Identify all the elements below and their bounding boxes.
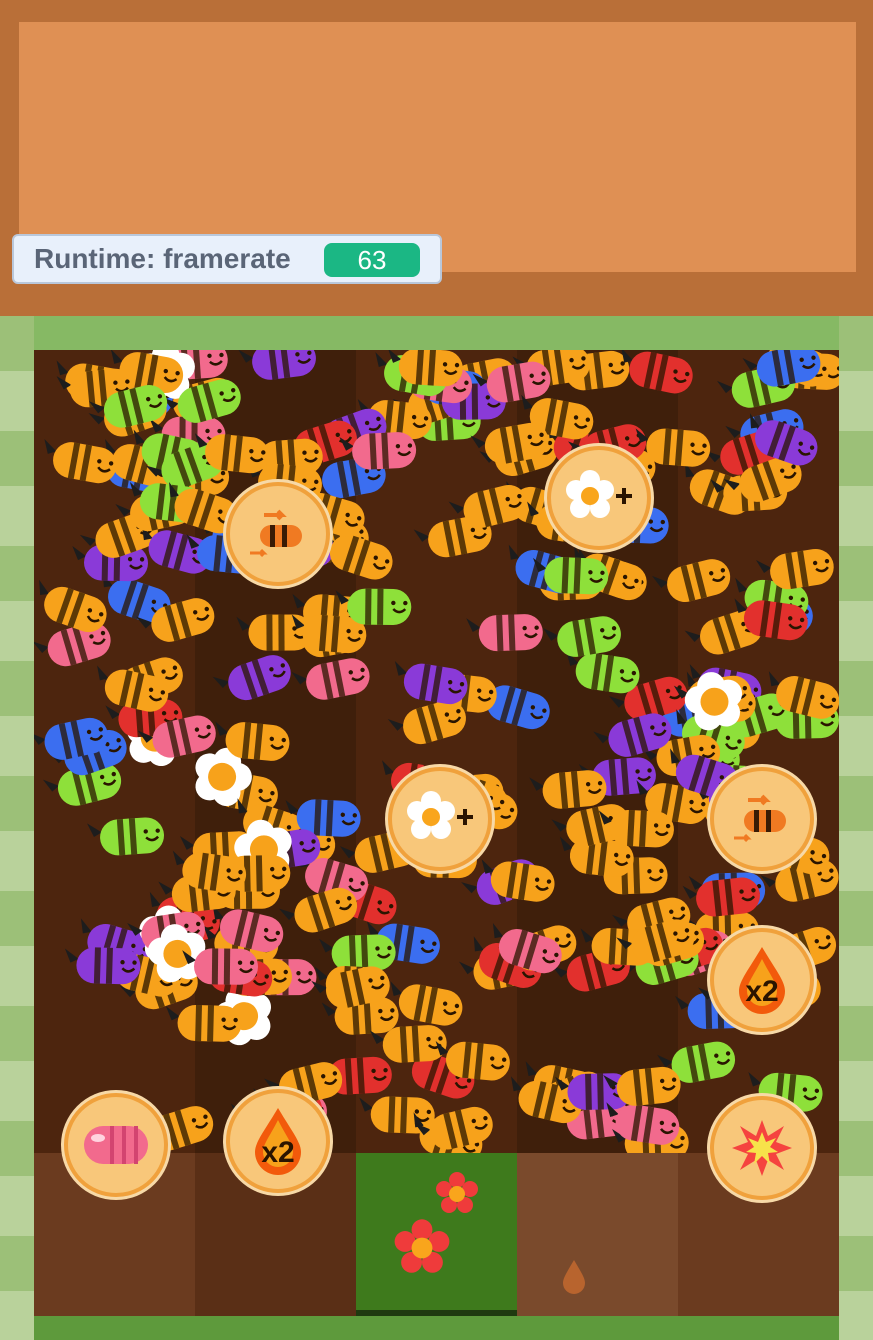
bee-icon — [387, 700, 466, 745]
bee-icon — [652, 559, 731, 603]
pink-bee-icon — [84, 1126, 148, 1164]
flower-plus-icon — [566, 470, 632, 518]
honey-x2-powerup[interactable]: x2 — [710, 928, 814, 1032]
honey-drop-x2-icon: x2 — [255, 1108, 301, 1175]
slot-flower-garden[interactable] — [356, 1153, 517, 1316]
x2-label: x2 — [261, 1136, 294, 1169]
honey-drop-x2-icon: x2 — [739, 947, 785, 1014]
bee-icon — [64, 947, 141, 985]
bee-icon — [394, 660, 468, 705]
red-flower-icon — [394, 1219, 450, 1273]
bee-icon — [529, 770, 607, 809]
honey-drop-icon — [563, 1260, 585, 1294]
bee-icon — [466, 614, 543, 652]
bee-icon — [291, 658, 370, 700]
slot-honey[interactable] — [517, 1153, 678, 1316]
framerate-monitor: Runtime: framerate 63 — [12, 234, 442, 284]
speed-bee-powerup[interactable] — [226, 482, 330, 586]
bee-icon — [238, 350, 316, 380]
x2-label: x2 — [745, 975, 778, 1008]
bee-icon — [543, 616, 621, 657]
explosion-icon — [732, 1120, 792, 1176]
bee-icon — [165, 1005, 242, 1042]
speed-bee-icon — [250, 509, 302, 558]
flower-plus-powerup[interactable] — [547, 446, 651, 550]
speed-bee-powerup[interactable] — [710, 767, 814, 871]
flower-plus-icon — [407, 791, 473, 839]
framerate-label: Runtime: framerate — [34, 243, 291, 274]
bee-icon — [236, 614, 313, 651]
flower-plus-powerup[interactable] — [388, 767, 492, 871]
bee-icon — [212, 655, 291, 701]
explosion-powerup[interactable] — [710, 1096, 814, 1200]
bee-icon — [87, 817, 164, 856]
speed-bee-icon — [734, 794, 786, 843]
red-flower-icon — [436, 1172, 478, 1213]
framerate-value: 63 — [324, 243, 420, 277]
pink-bee-powerup[interactable] — [64, 1093, 168, 1197]
honey-x2-powerup[interactable]: x2 — [226, 1089, 330, 1193]
